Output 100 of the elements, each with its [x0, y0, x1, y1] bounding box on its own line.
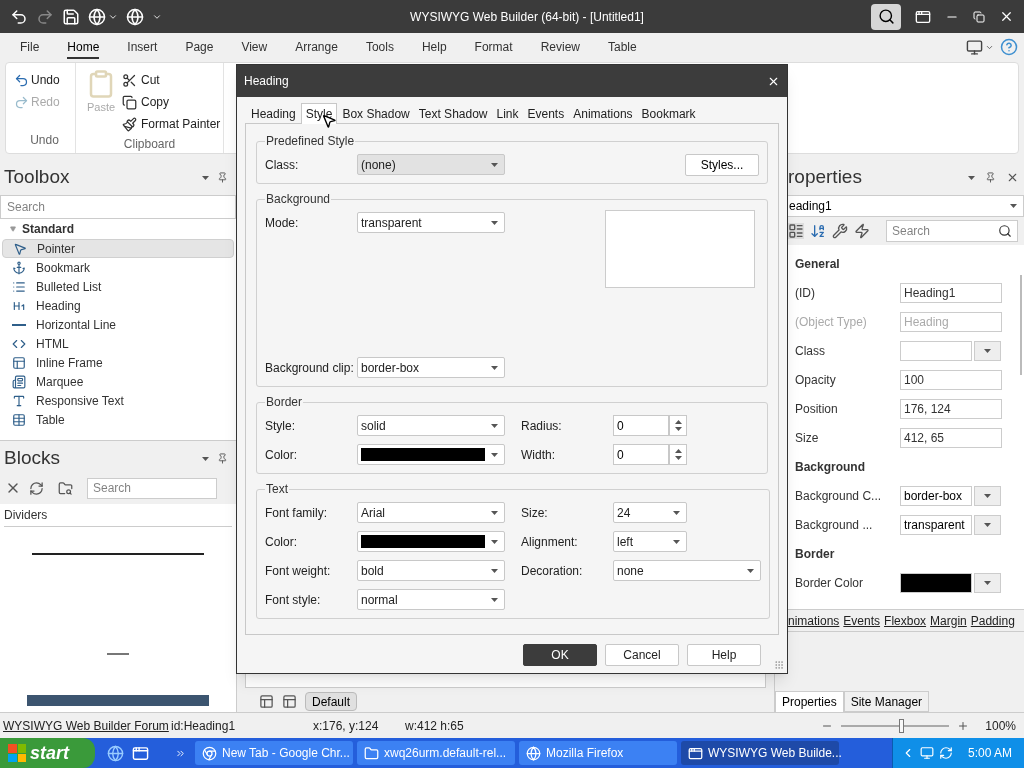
taskbar-button[interactable]: New Tab - Google Chr...: [195, 741, 353, 765]
dialog-tab[interactable]: Bookmark: [637, 104, 700, 123]
slider-thumb[interactable]: [898, 718, 904, 733]
panel-tab[interactable]: Site Manager: [843, 691, 930, 712]
dropdown-field[interactable]: transparent: [900, 514, 972, 535]
search-field[interactable]: Search: [886, 220, 1018, 242]
tray-icon[interactable]: [919, 746, 934, 760]
number-field[interactable]: 0: [613, 415, 669, 436]
dropdown-button[interactable]: [974, 572, 1001, 593]
menu-tab[interactable]: Insert: [127, 36, 158, 59]
refresh-icon[interactable]: [29, 480, 44, 496]
dropdown-field[interactable]: bold: [357, 560, 505, 581]
lightning-icon[interactable]: [854, 223, 870, 239]
search-button[interactable]: [871, 3, 901, 30]
dialog-tab[interactable]: Box Shadow: [338, 104, 414, 123]
dropdown-field[interactable]: solid: [357, 415, 505, 436]
desktop-icon[interactable]: [132, 744, 149, 762]
category-header[interactable]: Standard: [0, 219, 236, 239]
device-icon[interactable]: [966, 38, 983, 56]
dialog-tab[interactable]: Style: [300, 103, 338, 124]
globe-search-icon[interactable]: [88, 7, 106, 26]
close-icon[interactable]: [1006, 171, 1019, 184]
wrench-icon[interactable]: [832, 223, 848, 239]
text-field[interactable]: 100: [900, 369, 1002, 390]
zoom-in-icon[interactable]: [957, 719, 970, 732]
menu-tab[interactable]: File: [20, 36, 40, 59]
document-tab[interactable]: Default: [305, 691, 358, 711]
dropdown-field[interactable]: Arial: [357, 502, 505, 523]
dialog-tab[interactable]: Heading: [247, 104, 300, 123]
tray-icon[interactable]: [938, 746, 953, 760]
save-icon[interactable]: [62, 7, 80, 26]
spinner[interactable]: [669, 415, 687, 436]
undo-button[interactable]: Undo: [14, 69, 60, 91]
window-icon[interactable]: [915, 8, 931, 25]
pin-icon[interactable]: [217, 453, 228, 464]
forum-link[interactable]: WYSIWYG Web Builder Forum: [3, 716, 171, 735]
link[interactable]: Margin: [930, 611, 967, 630]
restore-icon[interactable]: [973, 10, 985, 23]
link[interactable]: Flexbox: [884, 611, 927, 630]
spinner[interactable]: [669, 444, 687, 465]
toolbox-item[interactable]: Marquee: [2, 372, 234, 391]
browser-icon[interactable]: [107, 744, 124, 762]
start-button[interactable]: start: [0, 738, 95, 768]
search-field[interactable]: Search: [87, 477, 217, 499]
styles-button[interactable]: Styles...: [685, 153, 759, 176]
menu-tab[interactable]: Help: [421, 36, 447, 59]
link[interactable]: Padding: [970, 611, 1015, 630]
toolbox-item[interactable]: Bulleted List: [2, 277, 234, 296]
scrollbar-thumb[interactable]: [1020, 275, 1022, 375]
taskbar-button[interactable]: xwq26urm.default-rel...: [357, 741, 515, 765]
toolbox-item[interactable]: Inline Frame: [2, 353, 234, 372]
page-settings-icon[interactable]: [282, 693, 297, 709]
dropdown-field[interactable]: left: [613, 531, 687, 552]
panel-tab[interactable]: Properties: [775, 691, 844, 712]
sort-icon[interactable]: [810, 223, 826, 239]
search-field[interactable]: Search: [0, 195, 236, 219]
text-field[interactable]: 176, 124: [900, 398, 1002, 419]
dropdown-field[interactable]: 24: [613, 502, 687, 523]
dropdown-field[interactable]: border-box: [357, 357, 505, 378]
text-field[interactable]: Heading1: [900, 282, 1002, 303]
toolbox-item[interactable]: Pointer: [2, 239, 234, 258]
dialog-tab[interactable]: Events: [523, 104, 569, 123]
color-field[interactable]: [900, 572, 972, 593]
dropdown-button[interactable]: [974, 485, 1001, 506]
close-icon[interactable]: [999, 9, 1014, 24]
color-dropdown[interactable]: [357, 444, 505, 465]
menu-tab[interactable]: Tools: [365, 36, 394, 59]
toolbox-item[interactable]: Responsive Text: [2, 391, 234, 410]
dialog-tab[interactable]: Animations: [569, 104, 637, 123]
toolbox-item[interactable]: Table: [2, 410, 234, 429]
dropdown-field[interactable]: normal: [357, 589, 505, 610]
search-input[interactable]: Search: [892, 222, 992, 240]
resize-grip-icon[interactable]: [774, 660, 784, 670]
menu-tab[interactable]: View: [241, 36, 268, 59]
toolbox-item[interactable]: HTML: [2, 334, 234, 353]
dropdown-field[interactable]: [900, 340, 972, 361]
taskbar-button[interactable]: WYSIWYG Web Builde...: [681, 741, 839, 765]
dialog-button[interactable]: Help: [687, 644, 761, 666]
text-field[interactable]: 412, 65: [900, 427, 1002, 448]
link[interactable]: Events: [843, 611, 881, 630]
dialog-tab[interactable]: Link: [492, 104, 523, 123]
dropdown-field[interactable]: none: [613, 560, 761, 581]
menu-tab[interactable]: Home: [67, 36, 100, 59]
painter-button[interactable]: Format Painter: [122, 113, 221, 135]
taskbar-button[interactable]: Mozilla Firefox: [519, 741, 677, 765]
dialog-button[interactable]: OK: [523, 644, 597, 666]
folder-search-icon[interactable]: [58, 480, 73, 496]
menu-tab[interactable]: Format: [474, 36, 513, 59]
dropdown-field[interactable]: border-box: [900, 485, 972, 506]
dialog-button[interactable]: Cancel: [605, 644, 679, 666]
pin-icon[interactable]: [217, 172, 228, 183]
undo-icon[interactable]: [10, 7, 28, 26]
toolbox-item[interactable]: Heading: [2, 296, 234, 315]
add-page-icon[interactable]: [259, 693, 274, 709]
zoom-slider[interactable]: [841, 717, 950, 734]
globe-upload-icon[interactable]: [126, 7, 144, 26]
pin-icon[interactable]: [985, 172, 996, 183]
color-dropdown[interactable]: [357, 531, 505, 552]
toolbox-item[interactable]: Horizontal Line: [2, 315, 234, 334]
menu-tab[interactable]: Page: [185, 36, 214, 59]
